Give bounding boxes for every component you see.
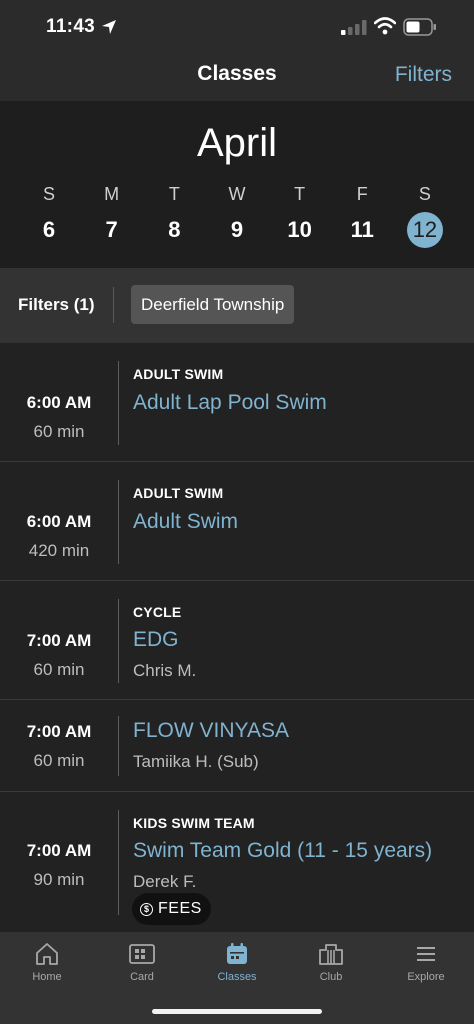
day-letter: M <box>104 184 120 204</box>
club-icon <box>319 944 343 965</box>
tab-explore[interactable]: Explore <box>379 940 473 983</box>
day-letter: S <box>42 184 55 204</box>
divider <box>118 716 119 776</box>
day-number: 8 <box>168 217 181 242</box>
class-duration: 90 min <box>33 870 85 889</box>
day-number: 10 <box>287 217 312 242</box>
wifi-icon <box>374 17 396 35</box>
class-name-link[interactable]: Adult Swim <box>133 510 238 534</box>
class-duration: 60 min <box>33 751 85 770</box>
divider <box>118 480 119 564</box>
tab-club[interactable]: Club <box>284 940 378 983</box>
status-time: 11:43 <box>46 16 96 37</box>
day-saturday-12-selected[interactable]: S 12 <box>394 184 456 248</box>
day-letter: W <box>228 184 246 204</box>
filter-bar: Filters (1) Deerfield Township <box>0 268 474 343</box>
day-wednesday-9[interactable]: W 9 <box>206 184 268 248</box>
class-category: ADULT SWIM <box>133 485 224 501</box>
day-letter: F <box>356 184 368 204</box>
day-monday-7[interactable]: M 7 <box>81 184 143 248</box>
instructor-name: Chris M. <box>133 661 197 680</box>
class-row[interactable]: 7:00 AM 60 min CYCLE EDG Chris M. <box>0 581 474 700</box>
tab-home[interactable]: Home <box>0 940 94 983</box>
dollar-icon: $ <box>140 902 153 916</box>
class-duration: 420 min <box>28 541 90 560</box>
home-icon <box>36 943 58 965</box>
class-time: 7:00 AM <box>26 631 92 650</box>
class-duration: 60 min <box>33 660 85 679</box>
month-title: April <box>196 121 278 165</box>
day-letter: T <box>168 184 180 204</box>
class-row[interactable]: 7:00 AM 90 min KIDS SWIM TEAM Swim Team … <box>0 792 474 933</box>
tab-label: Card <box>130 971 154 983</box>
week-calendar: April S 6 M 7 T 8 W 9 T 10 F 11 S 12 <box>0 101 474 268</box>
tab-classes[interactable]: Classes <box>190 940 284 983</box>
card-icon <box>129 944 155 964</box>
day-letter: S <box>418 184 431 204</box>
divider <box>113 287 114 323</box>
divider <box>118 361 119 445</box>
day-number: 12 <box>406 212 443 248</box>
day-number: 11 <box>350 217 374 242</box>
location-filter-chip[interactable]: Deerfield Township <box>131 285 295 324</box>
day-number: 7 <box>105 217 118 242</box>
tab-label: Home <box>32 971 62 983</box>
class-category: ADULT SWIM <box>133 366 224 382</box>
battery-icon <box>403 18 436 36</box>
class-name-link[interactable]: FLOW VINYASA <box>133 719 289 743</box>
tab-card[interactable]: Card <box>95 940 189 983</box>
fees-label: FEES <box>158 900 202 917</box>
class-category: CYCLE <box>133 604 182 620</box>
instructor-name: Tamiika H. (Sub) <box>133 752 259 771</box>
class-row[interactable]: 6:00 AM 420 min ADULT SWIM Adult Swim <box>0 462 474 581</box>
class-time: 6:00 AM <box>26 393 92 412</box>
day-strip: S 6 M 7 T 8 W 9 T 10 F 11 S 12 <box>18 184 456 248</box>
instructor-name: Derek F. <box>133 872 197 891</box>
day-number: 9 <box>230 217 244 242</box>
class-name-link[interactable]: EDG <box>133 628 179 652</box>
location-arrow-icon <box>102 20 116 34</box>
class-list: 6:00 AM 60 min ADULT SWIM Adult Lap Pool… <box>0 343 474 933</box>
day-friday-11[interactable]: F 11 <box>331 184 393 248</box>
filters-button[interactable]: Filters <box>395 63 452 87</box>
filters-count-button[interactable]: Filters (1) <box>18 295 95 315</box>
class-time: 6:00 AM <box>26 512 92 531</box>
home-indicator <box>152 1009 322 1014</box>
class-row[interactable]: 7:00 AM 60 min FLOW VINYASA Tamiika H. (… <box>0 700 474 792</box>
day-letter: T <box>294 184 306 204</box>
day-sunday-6[interactable]: S 6 <box>18 184 80 248</box>
tab-label: Club <box>319 971 343 983</box>
class-time: 7:00 AM <box>26 722 92 741</box>
calendar-icon <box>227 943 247 964</box>
day-thursday-10[interactable]: T 10 <box>269 184 331 248</box>
day-tuesday-8[interactable]: T 8 <box>143 184 205 248</box>
tab-label: Classes <box>217 971 257 983</box>
class-name-link[interactable]: Adult Lap Pool Swim <box>133 391 327 415</box>
tab-label: Explore <box>407 971 445 983</box>
divider <box>118 599 119 683</box>
status-bar: 11:43 <box>0 0 474 56</box>
class-category: KIDS SWIM TEAM <box>133 815 255 831</box>
day-number: 6 <box>42 217 56 242</box>
class-duration: 60 min <box>33 422 85 441</box>
class-time: 7:00 AM <box>26 841 92 860</box>
class-name-link[interactable]: Swim Team Gold (11 - 15 years) <box>133 839 432 863</box>
fees-badge[interactable]: $ FEES <box>132 893 211 925</box>
cellular-signal-icon <box>341 20 367 35</box>
class-row[interactable]: 6:00 AM 60 min ADULT SWIM Adult Lap Pool… <box>0 343 474 462</box>
divider <box>118 810 119 915</box>
nav-header: Classes Filters <box>0 56 474 101</box>
menu-icon <box>417 947 435 961</box>
